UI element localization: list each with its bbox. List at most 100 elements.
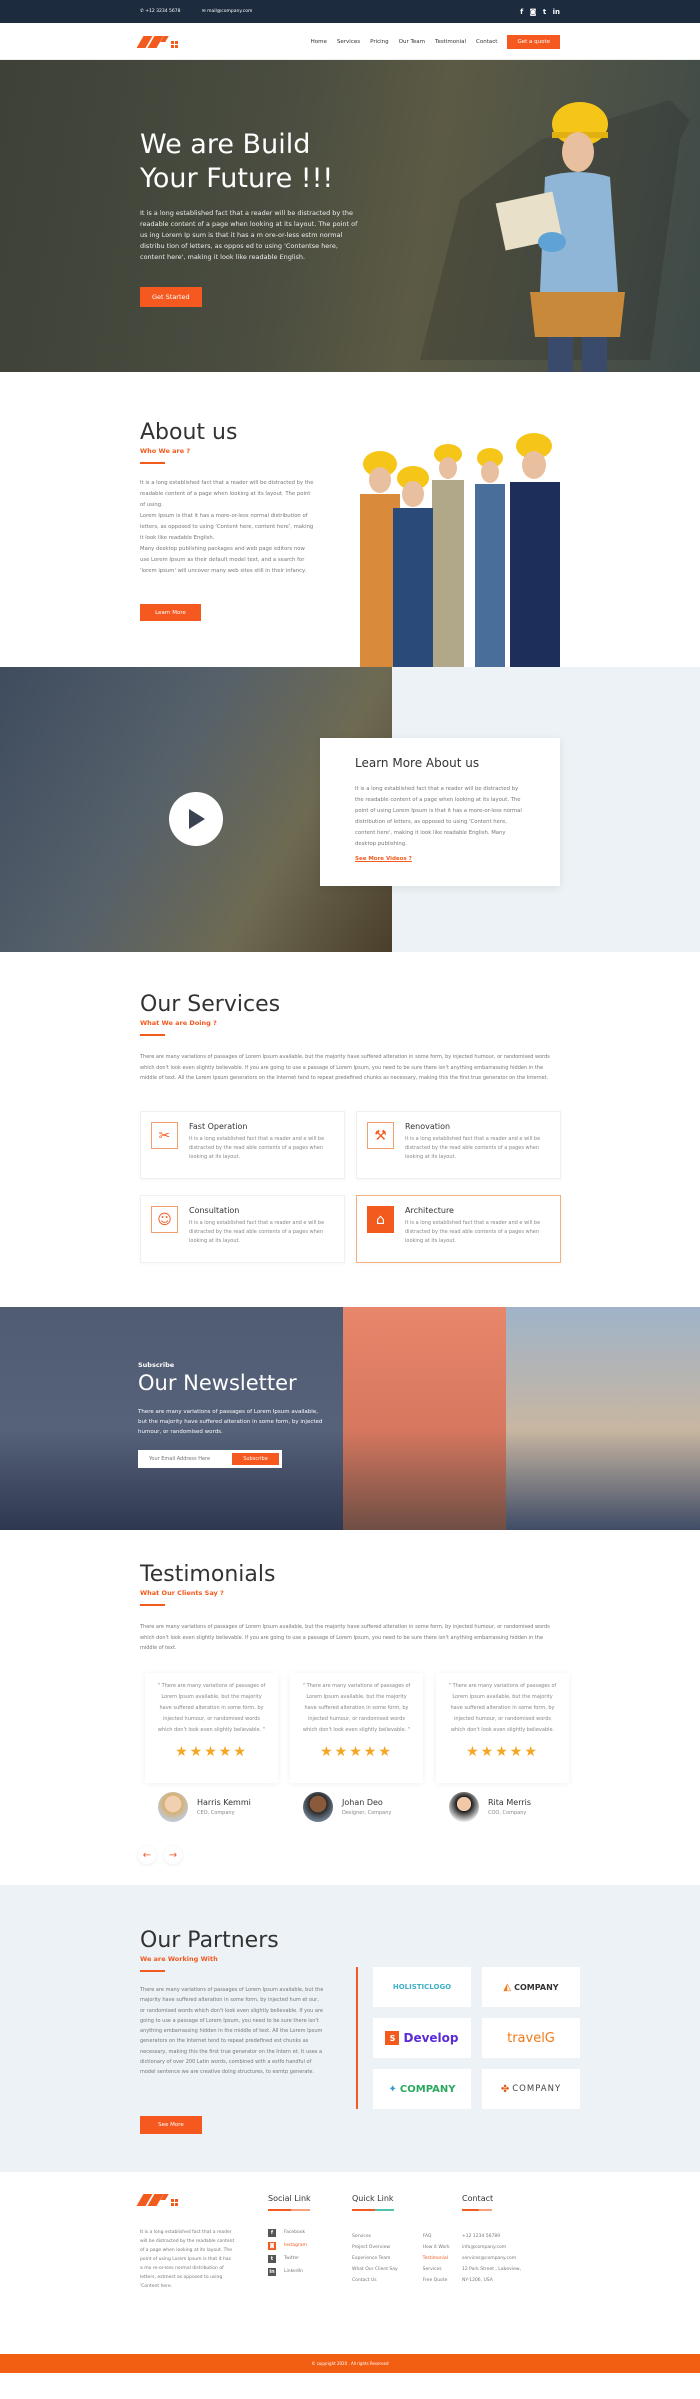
instagram-icon[interactable]: ◙: [530, 8, 537, 16]
avatar: [449, 1792, 479, 1822]
logo[interactable]: [136, 35, 178, 48]
email-input[interactable]: [141, 1456, 232, 1462]
get-quote-button[interactable]: Get a quote: [507, 34, 560, 49]
prev-arrow-button[interactable]: ←: [138, 1846, 156, 1864]
see-more-videos-link[interactable]: See More Videos ?: [355, 856, 525, 862]
linkedin-icon: in: [268, 2267, 276, 2276]
quick-link[interactable]: FAQ: [423, 2231, 450, 2242]
title-underline: [140, 1604, 165, 1606]
quick-link[interactable]: Services: [352, 2231, 398, 2242]
contact-phone[interactable]: +12 1234 56789: [462, 2231, 521, 2242]
email-info: ✉ mail@company.com: [201, 9, 253, 14]
service-text: It is a long established fact that a rea…: [405, 1220, 541, 1244]
nav-contact[interactable]: Contact: [476, 39, 497, 45]
service-card-fast-operation[interactable]: ✂ Fast Operation It is a long establishe…: [140, 1111, 345, 1179]
partners-title: Our Partners: [140, 1928, 279, 1953]
footer-facebook-link[interactable]: f Facebook: [268, 2228, 311, 2237]
instagram-icon: ◙: [268, 2241, 276, 2250]
testimonials-subtitle: What Our Clients Say ?: [140, 1589, 224, 1597]
partner-logo[interactable]: ◭ COMPANY: [482, 1967, 580, 2007]
hero-worker-image: [495, 102, 625, 372]
play-button[interactable]: [169, 792, 223, 846]
navbar: Home Services Pricing Our Team Testimoni…: [0, 23, 700, 60]
social-link-title: Social Link: [268, 2194, 311, 2203]
nav-our-team[interactable]: Our Team: [399, 39, 425, 45]
title-underline: [352, 2209, 394, 2211]
divider: [356, 1967, 358, 2109]
author-name: Rita Merris: [488, 1798, 532, 1807]
testimonial-author: Harris Kemmi CEO, Company: [158, 1792, 251, 1822]
testimonial-card: " There are many variations of passages …: [436, 1673, 569, 1783]
hero-text: It is a long established fact that a rea…: [140, 209, 358, 261]
quick-link[interactable]: Project Overview: [352, 2242, 398, 2253]
avatar: [303, 1792, 333, 1822]
quick-link[interactable]: Experience Team: [352, 2253, 398, 2264]
testimonials-intro: There are many variations of passages of…: [140, 1624, 550, 1651]
quick-link[interactable]: Testimonial: [423, 2253, 450, 2264]
quick-link[interactable]: Services: [423, 2264, 450, 2275]
service-text: It is a long established fact that a rea…: [189, 1136, 325, 1160]
subscribe-button[interactable]: Subscribe: [232, 1453, 279, 1465]
service-card-renovation[interactable]: ⚒ Renovation It is a long established fa…: [356, 1111, 561, 1179]
workers-team-image: [360, 433, 560, 667]
nav-services[interactable]: Services: [337, 39, 360, 45]
contact-email[interactable]: services@company.com: [462, 2253, 521, 2264]
nav-pricing[interactable]: Pricing: [370, 39, 389, 45]
footer-logo[interactable]: [136, 2194, 178, 2206]
rating-stars: ★★★★★: [466, 1744, 539, 1760]
facebook-icon[interactable]: f: [520, 8, 523, 16]
quick-link[interactable]: How it Work: [423, 2242, 450, 2253]
avatar: [158, 1792, 188, 1822]
author-role: Designer, Company: [342, 1810, 392, 1816]
testimonial-quote: " There are many variations of passages …: [302, 1683, 411, 1733]
partner-logo[interactable]: HOLISTICLOGO: [373, 1967, 471, 2007]
footer-linkedin-link[interactable]: in LinkedIn: [268, 2267, 311, 2276]
about-paragraph: Lorem Ipsum is that it has a more-or-les…: [140, 513, 314, 541]
newsletter-text: There are many variations of passages of…: [138, 1409, 323, 1435]
service-text: It is a long established fact that a rea…: [405, 1136, 541, 1160]
newsletter-title: Our Newsletter: [138, 1371, 297, 1395]
rating-stars: ★★★★★: [320, 1744, 393, 1760]
quick-link-title: Quick Link: [352, 2194, 394, 2203]
testimonial-quote: " There are many variations of passages …: [448, 1683, 557, 1733]
service-card-consultation[interactable]: ☺ Consultation It is a long established …: [140, 1195, 345, 1263]
facebook-icon: f: [268, 2228, 276, 2237]
newsletter-section: Subscribe Our Newsletter There are many …: [0, 1307, 700, 1530]
nav-testimonial[interactable]: Testimonial: [435, 39, 466, 45]
partner-logo[interactable]: ✦ COMPANY: [373, 2069, 471, 2109]
testimonials-section: Testimonials What Our Clients Say ? Ther…: [0, 1530, 700, 1885]
see-more-button[interactable]: See More: [140, 2116, 202, 2134]
quick-link[interactable]: What Our Client Say: [352, 2264, 398, 2275]
footer-twitter-link[interactable]: t Twitter: [268, 2254, 311, 2263]
partner-logo[interactable]: travelG: [482, 2018, 580, 2058]
footer: It is a long established fact that a rea…: [0, 2172, 700, 2354]
copyright-text: © copyright 2020 . All rights Reserved: [311, 2361, 389, 2366]
partner-logo[interactable]: ✤ COMPANY: [482, 2069, 580, 2109]
about-section: About us Who We are ? It is a long estab…: [0, 372, 700, 667]
play-icon: [189, 809, 205, 829]
quick-link[interactable]: Contact Us: [352, 2275, 398, 2286]
phone-text: +12 3234 5678: [145, 9, 181, 14]
testimonials-title: Testimonials: [140, 1562, 276, 1587]
topbar: ✆ +12 3234 5678 ✉ mail@company.com f ◙ t…: [0, 0, 700, 23]
partners-section: Our Partners We are Working With There a…: [0, 1885, 700, 2172]
tools-icon: ✂: [151, 1122, 178, 1149]
linkedin-icon[interactable]: in: [553, 8, 560, 16]
phone-info: ✆ +12 3234 5678: [140, 9, 181, 14]
learn-more-card: Learn More About us It is a long establi…: [320, 738, 560, 886]
learn-more-title: Learn More About us: [355, 756, 480, 770]
quick-link[interactable]: Free Quote: [423, 2275, 450, 2286]
author-name: Harris Kemmi: [197, 1798, 251, 1807]
service-title: Renovation: [405, 1122, 451, 1131]
learn-more-button[interactable]: Learn More: [140, 604, 201, 621]
testimonial-quote: " There are many variations of passages …: [157, 1683, 266, 1733]
twitter-icon[interactable]: t: [543, 8, 546, 16]
contact-email[interactable]: info@company.com: [462, 2242, 521, 2253]
get-started-button[interactable]: Get Started: [140, 287, 202, 307]
partner-logo[interactable]: S Develop: [373, 2018, 471, 2058]
architecture-icon: ⌂: [367, 1206, 394, 1233]
next-arrow-button[interactable]: →: [164, 1846, 182, 1864]
nav-home[interactable]: Home: [311, 39, 327, 45]
service-card-architecture[interactable]: ⌂ Architecture It is a long established …: [356, 1195, 561, 1263]
footer-instagram-link[interactable]: ◙ Instagram: [268, 2241, 311, 2250]
